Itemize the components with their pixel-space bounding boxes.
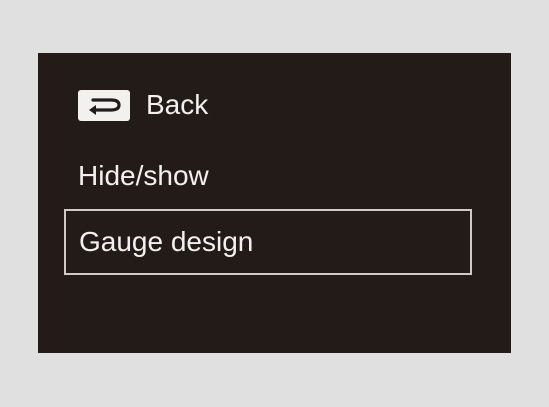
menu-screen: Back Hide/show Gauge design (38, 53, 511, 353)
menu-item-label: Back (146, 89, 209, 120)
menu-item-back[interactable]: Back (78, 88, 208, 122)
menu-item-gauge-design[interactable]: Gauge design (64, 209, 472, 275)
back-arrow-icon (78, 89, 130, 121)
menu-item-label: Hide/show (78, 160, 209, 191)
menu-item-label: Gauge design (79, 226, 254, 257)
menu-item-hide-show[interactable]: Hide/show (78, 159, 209, 193)
